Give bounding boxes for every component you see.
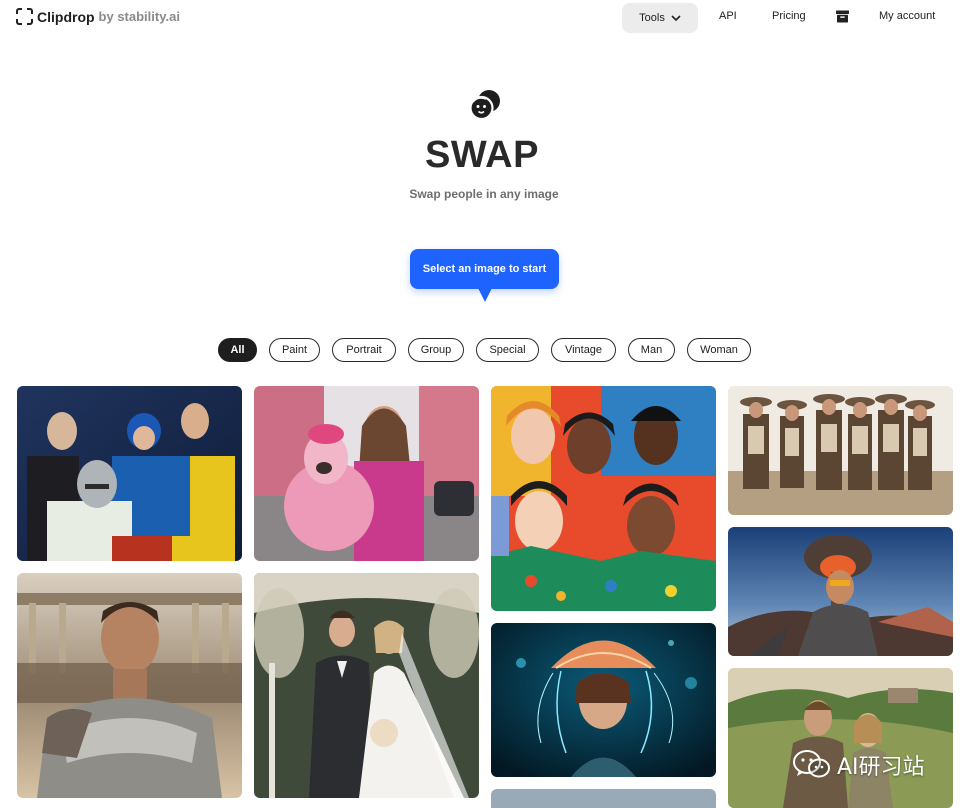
clipdrop-logo-icon (16, 8, 33, 25)
vintage-couple-image (728, 668, 953, 808)
filter-chip-paint[interactable]: Paint (269, 338, 320, 362)
swap-face-icon (469, 90, 500, 121)
gladiator-image (17, 573, 242, 798)
tools-menu-button[interactable]: Tools (622, 3, 698, 33)
archive-icon[interactable] (836, 10, 849, 23)
gallery-image-jellyfish-woman[interactable] (491, 623, 716, 777)
filter-chip-all[interactable]: All (218, 338, 257, 362)
partial-image (491, 789, 716, 808)
retro-family-image (17, 386, 242, 561)
top-nav: Clipdrop by stability.ai Tools API Prici… (0, 0, 964, 36)
filter-chip-man[interactable]: Man (628, 338, 675, 362)
volcano-selfie-image (728, 527, 953, 656)
filter-bar: All Paint Portrait Group Special Vintage… (0, 338, 964, 362)
chevron-down-icon (671, 14, 681, 21)
wedding-image (254, 573, 479, 798)
clipdrop-logo[interactable]: Clipdrop by stability.ai (16, 8, 180, 25)
filter-chip-special[interactable]: Special (476, 338, 539, 362)
tools-label: Tools (639, 12, 665, 24)
gallery-image-partial[interactable] (491, 789, 716, 808)
gallery-image-llama-woman[interactable] (254, 386, 479, 561)
pricing-link[interactable]: Pricing (772, 10, 806, 22)
gallery-image-wedding[interactable] (254, 573, 479, 798)
api-link[interactable]: API (719, 10, 737, 22)
gallery-image-vintage-couple[interactable] (728, 668, 953, 808)
gallery-image-cowboys[interactable] (728, 386, 953, 515)
gallery-image-retro-family[interactable] (17, 386, 242, 561)
my-account-link[interactable]: My account (879, 10, 935, 22)
wechat-watermark: AI研习站 (793, 748, 925, 782)
cta-pointer (478, 288, 492, 302)
jellyfish-woman-image (491, 623, 716, 777)
wechat-icon (793, 750, 830, 778)
page-subtitle: Swap people in any image (409, 187, 559, 201)
page-title: SWAP (425, 134, 539, 176)
select-image-button[interactable]: Select an image to start (410, 249, 559, 289)
filter-chip-portrait[interactable]: Portrait (332, 338, 396, 362)
gallery-image-volcano-selfie[interactable] (728, 527, 953, 656)
gallery-image-gladiator[interactable] (17, 573, 242, 798)
llama-woman-image (254, 386, 479, 561)
painted-group-image (491, 386, 716, 611)
cowboys-image (728, 386, 953, 515)
brand-name: Clipdrop (37, 8, 95, 25)
filter-chip-group[interactable]: Group (408, 338, 464, 362)
filter-chip-vintage[interactable]: Vintage (551, 338, 616, 362)
filter-chip-woman[interactable]: Woman (687, 338, 751, 362)
gallery-image-painted-group[interactable] (491, 386, 716, 611)
watermark-text: AI研习站 (837, 755, 925, 780)
brand-subtitle: by stability.ai (98, 9, 180, 24)
